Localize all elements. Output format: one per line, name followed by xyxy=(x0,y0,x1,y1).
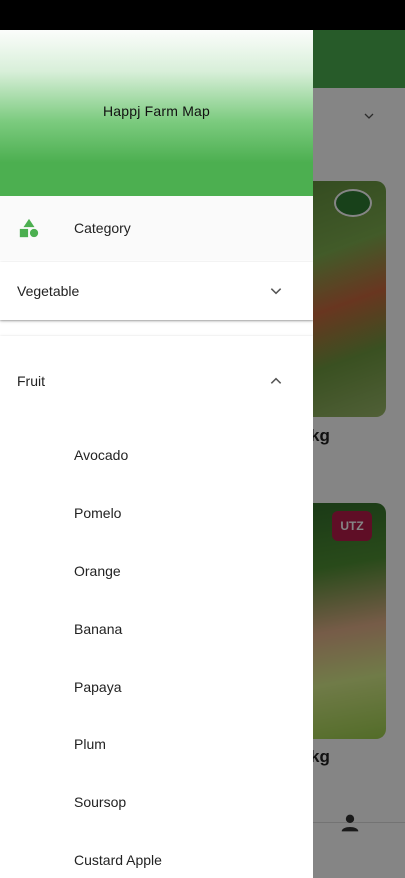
fruit-item-custard-apple[interactable]: Custard Apple xyxy=(0,831,313,878)
navigation-drawer: Happj Farm Map Category Vegetable Fruit … xyxy=(0,30,313,878)
category-shapes-icon xyxy=(19,218,39,238)
drawer-header: Happj Farm Map xyxy=(0,30,313,196)
panel-vegetable[interactable]: Vegetable xyxy=(0,262,313,320)
status-bar xyxy=(0,0,405,30)
category-row[interactable]: Category xyxy=(0,196,313,260)
fruit-item-plum[interactable]: Plum xyxy=(0,715,313,773)
chevron-up-icon xyxy=(270,377,282,384)
chevron-down-icon xyxy=(270,288,282,295)
fruit-item-avocado[interactable]: Avocado xyxy=(0,426,313,484)
fruit-item-papaya[interactable]: Papaya xyxy=(0,658,313,716)
fruit-item-orange[interactable]: Orange xyxy=(0,542,313,600)
panel-fruit-header[interactable]: Fruit xyxy=(0,336,313,426)
panel-fruit: Fruit Avocado Pomelo Orange Banana Papay… xyxy=(0,336,313,878)
fruit-item-pomelo[interactable]: Pomelo xyxy=(0,484,313,542)
drawer-title: Happj Farm Map xyxy=(102,103,211,119)
fruit-item-soursop[interactable]: Soursop xyxy=(0,773,313,831)
panel-vegetable-label: Vegetable xyxy=(17,283,80,299)
category-label: Category xyxy=(74,220,131,236)
panel-fruit-label: Fruit xyxy=(17,373,45,389)
fruit-list: Avocado Pomelo Orange Banana Papaya Plum… xyxy=(0,426,313,878)
fruit-item-banana[interactable]: Banana xyxy=(0,600,313,658)
